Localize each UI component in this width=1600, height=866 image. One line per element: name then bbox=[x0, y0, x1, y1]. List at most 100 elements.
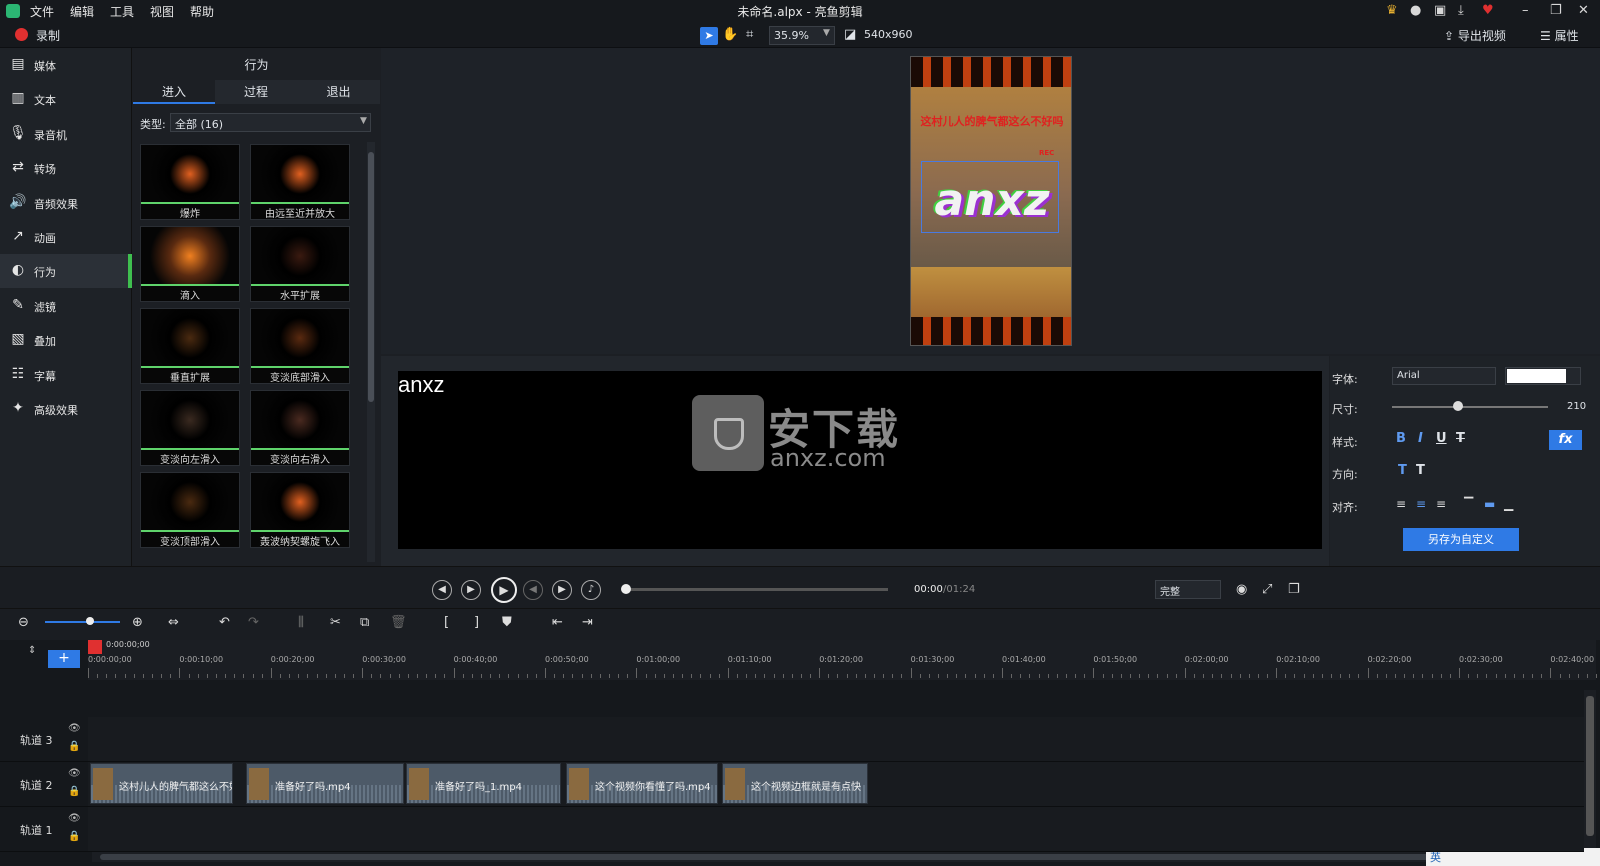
progress-bar[interactable] bbox=[626, 588, 888, 591]
record-icon[interactable] bbox=[15, 28, 28, 41]
align-middle-icon[interactable]: ▬ bbox=[1484, 497, 1495, 511]
progress-handle[interactable] bbox=[621, 584, 631, 594]
lock-icon[interactable]: 🔒 bbox=[68, 741, 80, 752]
size-slider-handle[interactable] bbox=[1452, 401, 1463, 411]
user-icon[interactable]: ● bbox=[1410, 3, 1421, 18]
go-end-icon[interactable]: ⇥ bbox=[582, 615, 593, 630]
track-row[interactable] bbox=[88, 807, 1584, 852]
zoom-in-icon[interactable]: ⊕ bbox=[132, 615, 143, 630]
lock-icon[interactable]: 🔒 bbox=[68, 831, 80, 842]
volume-icon[interactable]: ♪ bbox=[581, 580, 601, 600]
eye-icon[interactable]: 👁 bbox=[68, 768, 81, 779]
strikethrough-icon[interactable]: T bbox=[1456, 431, 1465, 446]
play-icon[interactable]: ▶ bbox=[491, 577, 517, 603]
sidebar-item-6[interactable]: ◐ 行为 bbox=[0, 254, 132, 289]
editor-text[interactable]: anxz bbox=[398, 372, 444, 398]
sidebar-item-2[interactable]: 🎙 录音机 bbox=[0, 117, 132, 151]
panel-scrollbar-thumb[interactable] bbox=[368, 152, 374, 402]
vertical-text-icon[interactable]: T bbox=[1416, 463, 1425, 478]
font-select[interactable]: Arial bbox=[1392, 367, 1496, 385]
split-icon[interactable]: ⫼ bbox=[298, 615, 304, 630]
ime-lang[interactable]: 英 bbox=[1430, 851, 1441, 864]
effect-thumbnail[interactable]: 爆炸 bbox=[140, 144, 240, 220]
underline-icon[interactable]: U bbox=[1436, 431, 1447, 446]
align-bottom-icon[interactable]: ▁ bbox=[1504, 497, 1513, 511]
zoom-out-icon[interactable]: ⊖ bbox=[18, 615, 29, 630]
close-icon[interactable]: ✕ bbox=[1578, 3, 1589, 18]
mark-out-icon[interactable]: ] bbox=[474, 615, 479, 630]
sidebar-item-7[interactable]: ✎ 滤镜 bbox=[0, 289, 132, 323]
track-height-icon[interactable]: ⇕ bbox=[28, 645, 36, 656]
color-swatch[interactable] bbox=[1507, 369, 1566, 383]
video-clip[interactable]: 准备好了吗_1.mp4 bbox=[406, 763, 561, 804]
timeline-horizontal-thumb[interactable] bbox=[100, 854, 1570, 860]
timeline-vertical-thumb[interactable] bbox=[1586, 696, 1594, 836]
effect-thumbnail[interactable]: 变淡向左滑入 bbox=[140, 390, 240, 466]
sidebar-item-0[interactable]: ▤ 媒体 bbox=[0, 48, 132, 82]
tab-process[interactable]: 过程 bbox=[215, 80, 297, 104]
align-top-icon[interactable]: ▔ bbox=[1464, 497, 1473, 511]
timeline-zoom-slider[interactable] bbox=[45, 621, 120, 623]
marker-icon[interactable]: ⛊ bbox=[502, 615, 512, 630]
effect-thumbnail[interactable]: 变淡底部滑入 bbox=[250, 308, 350, 384]
step-back-icon[interactable]: ▶ bbox=[461, 580, 481, 600]
align-center-icon[interactable]: ≡ bbox=[1416, 497, 1426, 511]
prev-marker-icon[interactable]: ◀ bbox=[432, 580, 452, 600]
video-clip[interactable]: 准备好了吗.mp4 bbox=[246, 763, 404, 804]
save-as-custom-button[interactable]: 另存为自定义 bbox=[1403, 528, 1519, 551]
size-slider[interactable] bbox=[1392, 406, 1548, 408]
download-icon[interactable]: ⤓ bbox=[1458, 3, 1464, 18]
tab-exit[interactable]: 退出 bbox=[297, 80, 380, 104]
fullscreen-icon[interactable]: ⤢ bbox=[1262, 582, 1272, 597]
sidebar-item-3[interactable]: ⇄ 转场 bbox=[0, 151, 132, 185]
cut-icon[interactable]: ✂ bbox=[330, 615, 341, 630]
effect-thumbnail[interactable]: 垂直扩展 bbox=[140, 308, 240, 384]
eye-icon[interactable]: 👁 bbox=[68, 723, 81, 734]
selection-box[interactable] bbox=[921, 161, 1059, 233]
effect-thumbnail[interactable]: 轰波纳契螺旋飞入 bbox=[250, 472, 350, 548]
sidebar-item-5[interactable]: ↗ 动画 bbox=[0, 220, 132, 254]
save-icon[interactable]: ▣ bbox=[1434, 3, 1446, 18]
sidebar-item-9[interactable]: ☷ 字幕 bbox=[0, 358, 132, 392]
video-clip[interactable]: 这村儿人的脾气都这么不好 bbox=[90, 763, 233, 804]
go-start-icon[interactable]: ⇤ bbox=[552, 615, 563, 630]
record-button[interactable]: 录制 bbox=[36, 27, 60, 44]
bold-icon[interactable]: B bbox=[1396, 431, 1406, 446]
fit-timeline-icon[interactable]: ⇔ bbox=[168, 615, 179, 630]
export-video-button[interactable]: ⇪ 导出视频 bbox=[1444, 27, 1506, 44]
video-clip[interactable]: 这个视频你看懂了吗.mp4 bbox=[566, 763, 718, 804]
properties-button[interactable]: ☰ 属性 bbox=[1540, 27, 1579, 44]
canvas-size-icon[interactable]: ◪ bbox=[844, 27, 856, 42]
snapshot-icon[interactable]: ◉ bbox=[1236, 582, 1247, 597]
effect-thumbnail[interactable]: 变淡顶部滑入 bbox=[140, 472, 240, 548]
minimize-icon[interactable]: – bbox=[1522, 3, 1529, 18]
hand-tool-icon[interactable]: ✋ bbox=[722, 27, 738, 42]
sidebar-item-8[interactable]: ▧ 叠加 bbox=[0, 323, 132, 357]
playhead[interactable] bbox=[88, 640, 102, 654]
copy-icon[interactable]: ⧉ bbox=[360, 615, 369, 630]
effect-thumbnail[interactable]: 变淡向右滑入 bbox=[250, 390, 350, 466]
align-right-icon[interactable]: ≡ bbox=[1436, 497, 1446, 511]
effect-thumbnail[interactable]: 水平扩展 bbox=[250, 226, 350, 302]
sidebar-item-10[interactable]: ✦ 高级效果 bbox=[0, 392, 132, 426]
lock-icon[interactable]: 🔒 bbox=[68, 786, 80, 797]
track-row[interactable] bbox=[88, 717, 1584, 762]
video-clip[interactable]: 这个视频边框就是有点快 bbox=[722, 763, 868, 804]
effect-thumbnail[interactable]: 由远至近并放大 bbox=[250, 144, 350, 220]
add-track-button[interactable]: + bbox=[48, 650, 80, 668]
type-select[interactable]: 全部 (16) bbox=[170, 113, 371, 132]
sidebar-item-1[interactable]: ▥ 文本 bbox=[0, 82, 132, 116]
undo-icon[interactable]: ↶ bbox=[219, 615, 230, 630]
timeline-zoom-handle[interactable] bbox=[86, 617, 94, 625]
mark-in-icon[interactable]: [ bbox=[444, 615, 449, 630]
fx-button[interactable]: fx bbox=[1549, 430, 1582, 450]
maximize-icon[interactable]: ❐ bbox=[1550, 3, 1562, 18]
next-frame-icon[interactable]: ▶ bbox=[552, 580, 572, 600]
horizontal-text-icon[interactable]: T bbox=[1398, 463, 1407, 478]
detach-preview-icon[interactable]: ❐ bbox=[1288, 582, 1300, 597]
tab-enter[interactable]: 进入 bbox=[133, 80, 215, 104]
select-tool-icon[interactable]: ➤ bbox=[700, 27, 718, 45]
quality-select[interactable]: 完整 bbox=[1155, 580, 1221, 599]
italic-icon[interactable]: I bbox=[1418, 431, 1423, 446]
notification-icon[interactable]: ♥ bbox=[1482, 3, 1494, 18]
